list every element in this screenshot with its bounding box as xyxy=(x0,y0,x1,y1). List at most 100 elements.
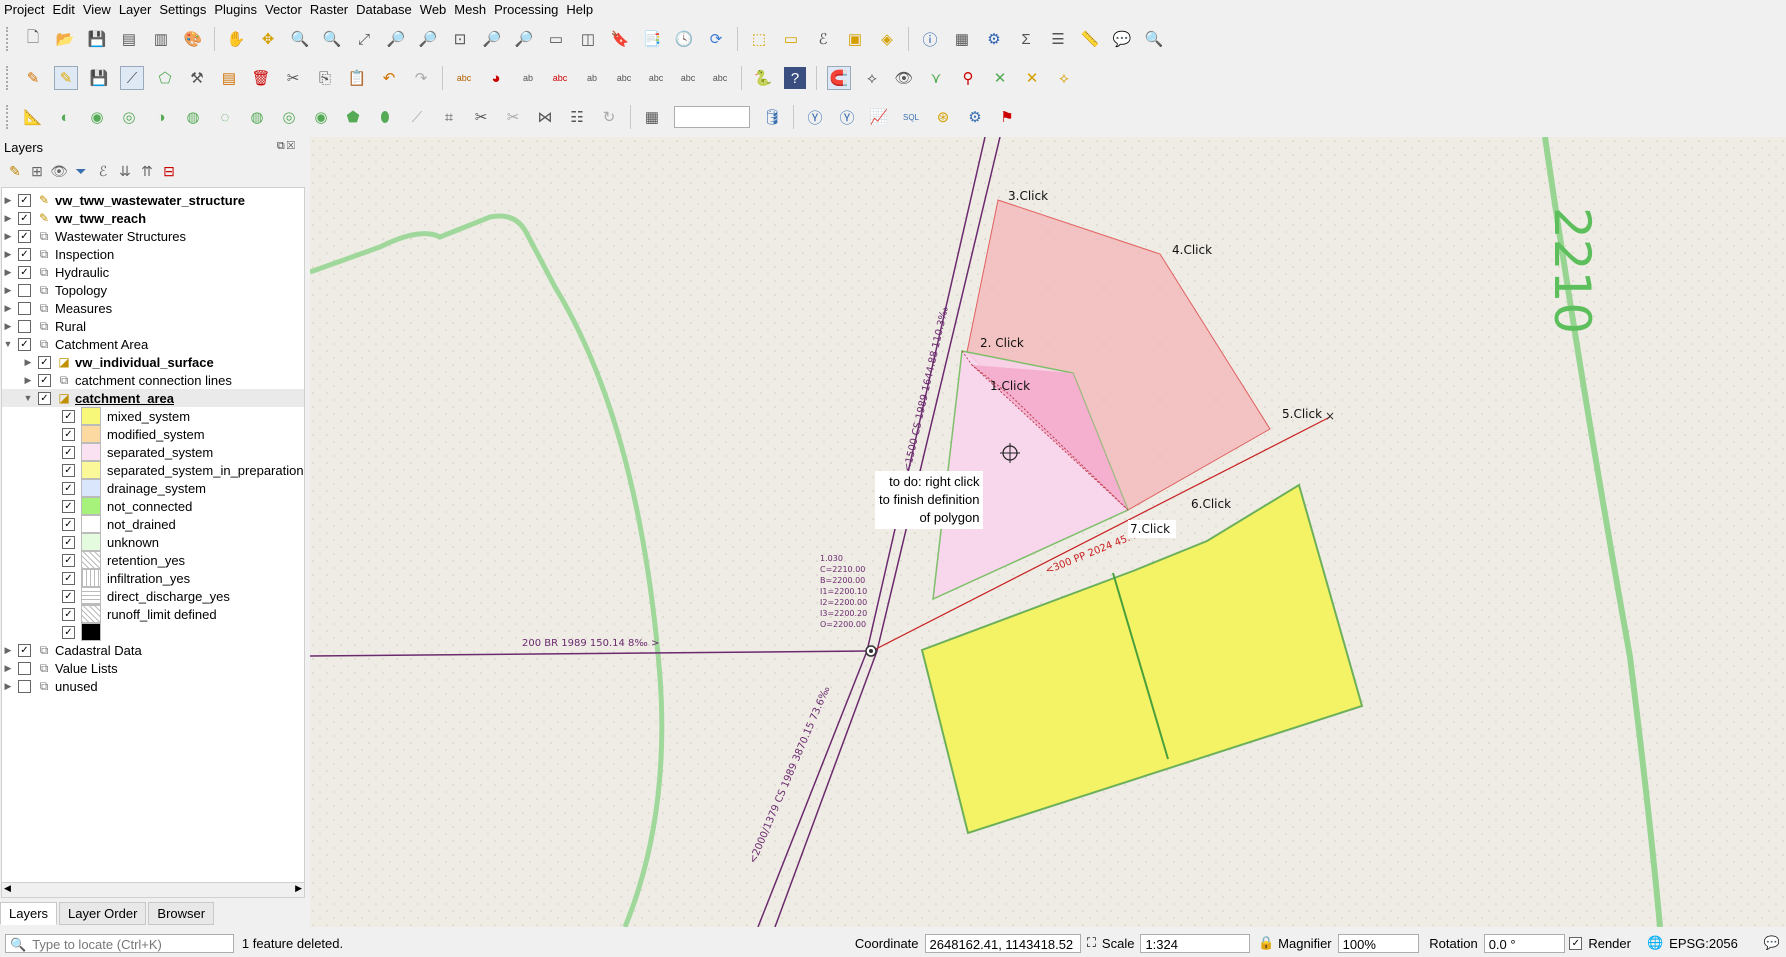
help-icon[interactable]: ? xyxy=(784,67,806,89)
legend-row[interactable]: ✓ separated_system xyxy=(2,443,304,461)
tww-profile-icon[interactable]: 📈 xyxy=(868,106,890,128)
legend-checkbox[interactable]: ✓ xyxy=(62,589,75,603)
layer-row[interactable]: ▼ ✓ ⧉ Catchment Area xyxy=(2,335,304,353)
expand-arrow-icon[interactable]: ▶ xyxy=(2,681,14,692)
expand-arrow-icon[interactable]: ▶ xyxy=(2,195,14,206)
filter-legend-icon[interactable]: ⏷ xyxy=(70,163,92,180)
style-manager-icon[interactable]: 🎨 xyxy=(182,28,204,50)
zoom-layer-icon[interactable]: 🔎 xyxy=(417,28,439,50)
tww-validity-icon[interactable]: ⚑ xyxy=(996,106,1018,128)
legend-checkbox[interactable]: ✓ xyxy=(62,409,75,423)
legend-row[interactable]: ✓ runoff_limit defined xyxy=(2,605,304,623)
legend-checkbox[interactable]: ✓ xyxy=(62,445,75,459)
magnifier-spinbox[interactable]: 100% xyxy=(1337,933,1420,953)
scroll-left-icon[interactable]: ◀ xyxy=(4,883,11,894)
measure-icon[interactable]: 📏 xyxy=(1079,28,1101,50)
modify-attributes-icon[interactable]: ▤ xyxy=(218,67,240,89)
add-ring-icon[interactable]: ◐ xyxy=(54,106,76,128)
layer-tree[interactable]: ▶ ✓ ✎ vw_tww_wastewater_structure ▶ ✓ ✎ vw_tww_… xyxy=(1,187,305,884)
layer-visibility-checkbox[interactable] xyxy=(18,679,31,693)
expand-arrow-icon[interactable]: ▶ xyxy=(22,357,34,368)
zoom-selection-icon[interactable]: 🔎 xyxy=(385,28,407,50)
legend-checkbox[interactable]: ✓ xyxy=(62,481,75,495)
move-label-icon[interactable]: ab xyxy=(581,67,603,89)
toggle-editing-icon[interactable]: ✎ xyxy=(54,66,78,90)
layer-row[interactable]: ▶ ⧉ Rural xyxy=(2,317,304,335)
new-3d-view-icon[interactable]: ◫ xyxy=(577,28,599,50)
zoom-full-icon[interactable]: ⤢ xyxy=(353,28,375,50)
layer-row[interactable]: ▶ ✓ ⧉ Hydraulic xyxy=(2,263,304,281)
layer-visibility-checkbox[interactable] xyxy=(18,661,31,675)
legend-checkbox[interactable]: ✓ xyxy=(62,535,75,549)
legend-row[interactable]: ✓ not_drained xyxy=(2,515,304,533)
zoom-native-icon[interactable]: ⊡ xyxy=(449,28,471,50)
open-project-icon[interactable]: 📂 xyxy=(54,28,76,50)
rotate-feature-icon[interactable]: ◎ xyxy=(118,106,140,128)
show-hide-labels-icon[interactable]: abc xyxy=(613,67,635,89)
legend-row[interactable]: ✓ drainage_system xyxy=(2,479,304,497)
open-table-icon[interactable]: ☰ xyxy=(1047,28,1069,50)
digitize-with-segment-icon[interactable]: ⟋ xyxy=(120,66,144,90)
reshape-icon[interactable]: ⬟ xyxy=(342,106,364,128)
expand-all-icon[interactable]: ⇊ xyxy=(114,163,136,180)
toolbar-handle[interactable] xyxy=(6,105,11,129)
legend-checkbox[interactable]: ✓ xyxy=(62,553,75,567)
expand-arrow-icon[interactable]: ▶ xyxy=(2,645,14,656)
toggle-extents-icon[interactable]: ⛶ xyxy=(1087,935,1096,951)
toolbar-handle[interactable] xyxy=(6,66,11,90)
horizontal-scrollbar[interactable]: ◀ ▶ xyxy=(1,882,305,898)
menu-item-help[interactable]: Help xyxy=(562,0,597,20)
delete-ring-icon[interactable]: ◎ xyxy=(278,106,300,128)
select-location-icon[interactable]: ◈ xyxy=(876,28,898,50)
filter-expression-icon[interactable]: ℰ xyxy=(92,163,114,180)
cut-features-icon[interactable]: ✂ xyxy=(282,67,304,89)
legend-checkbox[interactable]: ✓ xyxy=(62,517,75,531)
select-expression-icon[interactable]: ℰ xyxy=(812,28,834,50)
tww-sql-icon[interactable]: SQL xyxy=(900,106,922,128)
tab-browser[interactable]: Browser xyxy=(148,902,215,925)
layer-diagram-icon[interactable]: ◕ xyxy=(485,67,507,89)
fill-ring-icon[interactable]: ◍ xyxy=(246,106,268,128)
save-edits-icon[interactable]: 💾 xyxy=(88,67,110,89)
undo-icon[interactable]: ↶ xyxy=(378,67,400,89)
snap-tool-icon[interactable]: ⟡ xyxy=(861,67,883,89)
save-project-icon[interactable]: 💾 xyxy=(86,28,108,50)
new-project-icon[interactable]: 🗋 xyxy=(22,28,44,50)
legend-checkbox[interactable]: ✓ xyxy=(62,427,75,441)
datasource-select[interactable] xyxy=(674,106,750,128)
expand-arrow-icon[interactable]: ▶ xyxy=(2,663,14,674)
layer-visibility-checkbox[interactable] xyxy=(18,319,31,333)
processing-toolbox-icon[interactable]: ⚙ xyxy=(983,28,1005,50)
coordinate-field[interactable]: 2648162.41, 1143418.52 xyxy=(924,933,1081,953)
menu-item-view[interactable]: View xyxy=(79,0,115,20)
split-parts-icon[interactable]: ✂ xyxy=(502,106,524,128)
lock-icon[interactable]: 🔒 xyxy=(1258,935,1274,951)
add-polygon-feature-icon[interactable]: ⬠ xyxy=(154,67,176,89)
legend-checkbox[interactable]: ✓ xyxy=(62,463,75,477)
scroll-right-icon[interactable]: ▶ xyxy=(295,883,302,894)
select-by-value-icon[interactable]: ▭ xyxy=(780,28,802,50)
current-edits-icon[interactable]: ✎ xyxy=(22,67,44,89)
show-bookmarks-icon[interactable]: 📑 xyxy=(641,28,663,50)
move-feature-icon[interactable]: ◉ xyxy=(86,106,108,128)
layer-row[interactable]: ▶ ⧉ Value Lists xyxy=(2,659,304,677)
layout-manager-icon[interactable]: ▥ xyxy=(150,28,172,50)
rotate-label-icon[interactable]: abc xyxy=(645,67,667,89)
rotation-spinbox[interactable]: 0.0 ° xyxy=(1483,933,1566,953)
panel-window-buttons[interactable]: ⧉☒ xyxy=(277,140,297,153)
topology-icon[interactable]: ⋎ xyxy=(925,67,947,89)
menu-item-vector[interactable]: Vector xyxy=(261,0,306,20)
tww-upstream-icon[interactable]: Ⓨ xyxy=(804,106,826,128)
redo-icon[interactable]: ↷ xyxy=(410,67,432,89)
legend-row[interactable]: ✓ unknown xyxy=(2,533,304,551)
vertex-tool-icon[interactable]: ⚒ xyxy=(186,67,208,89)
menu-item-raster[interactable]: Raster xyxy=(306,0,352,20)
change-label-icon[interactable]: abc xyxy=(677,67,699,89)
tww-wizard-icon[interactable]: ⚙ xyxy=(964,106,986,128)
datasource-icon[interactable]: ▦ xyxy=(641,106,663,128)
temporal-icon[interactable]: 🕓 xyxy=(673,28,695,50)
legend-checkbox[interactable]: ✓ xyxy=(62,499,75,513)
menu-item-settings[interactable]: Settings xyxy=(155,0,210,20)
attribute-table-icon[interactable]: ▦ xyxy=(951,28,973,50)
layer-visibility-checkbox[interactable]: ✓ xyxy=(18,265,31,279)
